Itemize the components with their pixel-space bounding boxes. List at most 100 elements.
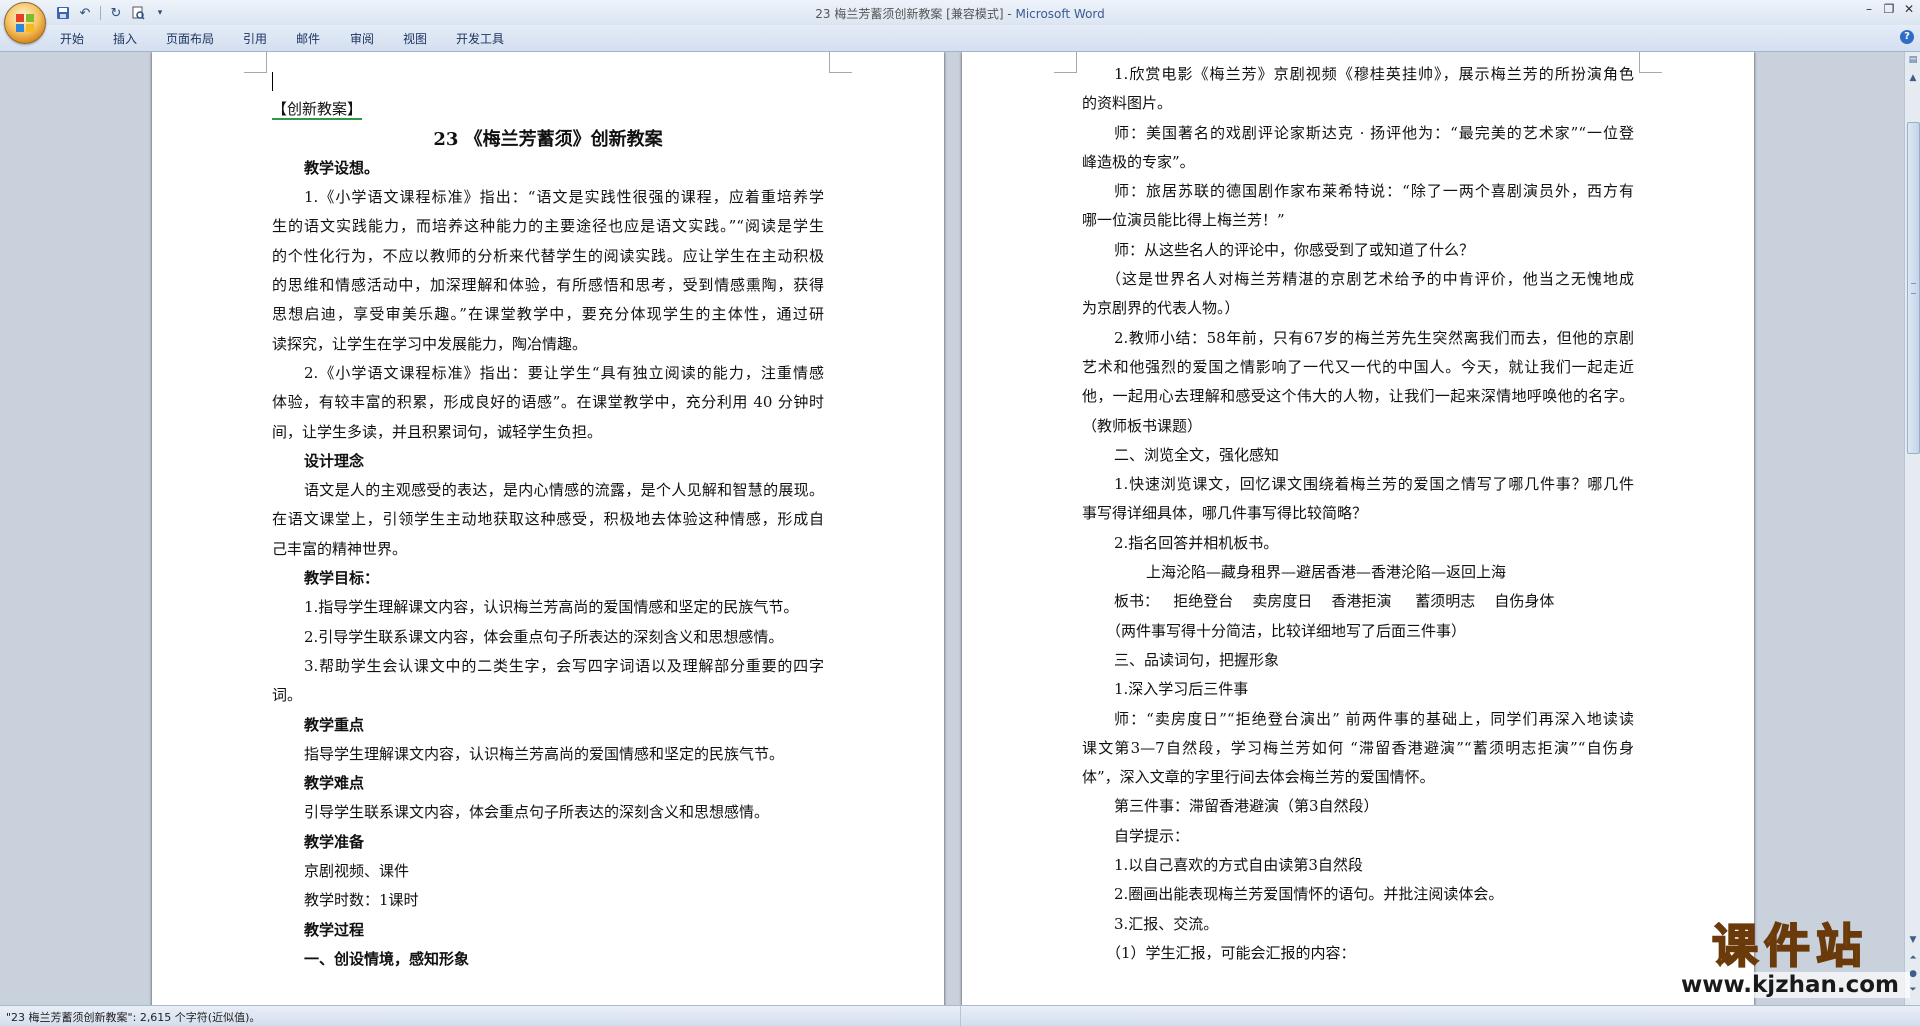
doc-line: 师：美国著名的戏剧评论家斯达克 · 扬评他为：“最完美的艺术家”“一位登	[1114, 123, 1634, 142]
doc-line: 【创新教案】	[272, 95, 824, 124]
doc-heading: 教学准备	[304, 832, 365, 851]
doc-line: 思想启迪，享受审美乐趣。”在课堂教学中，要充分体现学生的主体性，通过研	[272, 305, 824, 324]
office-logo-icon	[16, 14, 34, 32]
doc-line: 词。	[272, 686, 303, 705]
window-controls: – ❐ ✕	[1862, 2, 1916, 16]
doc-line: 课文第3—7自然段，学习梅兰芳如何 “滞留香港避演”“蓄须明志拒演”“自伤身	[1082, 738, 1634, 757]
doc-line: 引导学生联系课文内容，体会重点句子所表达的深刻含义和思想感情。	[304, 803, 770, 822]
ruler-toggle-icon[interactable]: ▤	[1905, 52, 1920, 68]
tab-view[interactable]: 视图	[403, 30, 427, 47]
doc-heading: 教学过程	[304, 920, 365, 939]
doc-line: 艺术和他强烈的爱国之情影响了一代又一代的中国人。今天，就让我们一起走近	[1082, 357, 1634, 376]
watermark-title: 课件站	[1711, 919, 1868, 973]
crop-mark	[829, 52, 852, 73]
help-icon[interactable]: ?	[1900, 30, 1914, 44]
doc-heading: 教学目标：	[304, 569, 380, 588]
section-tag: 【创新教案】	[272, 100, 363, 121]
doc-heading: 一、创设情境，感知形象	[304, 949, 470, 968]
doc-line: 指导学生理解课文内容，认识梅兰芳高尚的爱国情感和坚定的民族气节。	[304, 744, 785, 763]
doc-heading: 三、品读词句，把握形象	[1114, 650, 1280, 669]
doc-line: 哪一位演员能比得上梅兰芳！”	[1082, 211, 1285, 230]
doc-line: 2.圈画出能表现梅兰芳爱国情怀的语句。并批注阅读体会。	[1114, 885, 1504, 904]
vertical-scrollbar[interactable]: ▤ ▲ ▼ ⏶ ● ⏷	[1904, 52, 1920, 1005]
crop-mark	[1639, 52, 1662, 73]
doc-line: 师：旅居苏联的德国剧作家布莱希特说：“除了一两个喜剧演员外，西方有	[1114, 182, 1634, 201]
doc-line: 峰造极的专家”。	[1082, 152, 1195, 171]
doc-line: 的思维和情感活动中，加深理解和体验，有所感悟和思考，受到情感熏陶，获得	[272, 276, 824, 295]
tab-references[interactable]: 引用	[243, 30, 267, 47]
doc-line: 京剧视频、课件	[304, 862, 410, 881]
document-area[interactable]: 【创新教案】 23 《梅兰芳蓄须》创新教案 教学设想。 1.《小学语文课程标准》…	[0, 52, 1904, 1005]
doc-line: 生的语文实践能力，而培养这种能力的主要途径也应是语文实践。”“阅读是学生	[272, 217, 824, 236]
doc-line: （这是世界名人对梅兰芳精湛的京剧艺术给予的中肯评价，他当之无愧地成	[1106, 270, 1634, 289]
doc-line: 事写得详细具体，哪几件事写得比较简略？	[1082, 504, 1368, 523]
page-2-content: 1.欣赏电影《梅兰芳》京剧视频《穆桂英挂帅》，展示梅兰芳的所扮演角色 的资料图片…	[1082, 60, 1634, 968]
doc-line: 语文是人的主观感受的表达，是内心情感的流露，是个人见解和智慧的展现。	[304, 481, 824, 500]
tab-home[interactable]: 开始	[60, 30, 84, 47]
document-page-1[interactable]: 【创新教案】 23 《梅兰芳蓄须》创新教案 教学设想。 1.《小学语文课程标准》…	[152, 52, 944, 1005]
tab-review[interactable]: 审阅	[350, 30, 374, 47]
doc-line: （教师板书课题）	[1082, 416, 1203, 435]
doc-line: 读探究，让学生在学习中发展能力，陶冶情趣。	[272, 334, 588, 353]
doc-line: 1.以自己喜欢的方式自由读第3自然段	[1114, 856, 1363, 875]
doc-line: 的资料图片。	[1082, 94, 1173, 113]
doc-line: 己丰富的精神世界。	[272, 539, 408, 558]
document-page-2[interactable]: 1.欣赏电影《梅兰芳》京剧视频《穆桂英挂帅》，展示梅兰芳的所扮演角色 的资料图片…	[962, 52, 1754, 1005]
doc-line: 他，一起用心去理解和感受这个伟大的人物，让我们一起来深情地呼唤他的名字。	[1082, 387, 1634, 406]
document-title: 23 梅兰芳蓄须创新教案 [兼容模式]	[815, 7, 1004, 21]
doc-title: 23 《梅兰芳蓄须》创新教案	[433, 128, 663, 150]
text-cursor	[272, 71, 273, 91]
doc-line: 体”，深入文章的字里行间去体会梅兰芳的爱国情怀。	[1082, 768, 1435, 787]
title-bar: ↶ ↻ ▾ 23 梅兰芳蓄须创新教案 [兼容模式] - Microsoft Wo…	[0, 0, 1920, 44]
doc-line: 师：从这些名人的评论中，你感受到了或知道了什么？	[1114, 240, 1475, 259]
doc-line: 师：“卖房度日”“拒绝登台演出” 前两件事的基础上，同学们再深入地读读	[1114, 709, 1634, 728]
blackboard-line: 板书： 拒绝登台 卖房度日 香港拒演 蓄须明志 自伤身体	[1114, 592, 1555, 611]
doc-line: 3.帮助学生会认课文中的二类生字，会写四字词语以及理解部分重要的四字	[304, 656, 824, 675]
doc-heading: 教学设想。	[304, 158, 380, 177]
doc-line: 1.《小学语文课程标准》指出：“语文是实践性很强的课程，应着重培养学	[304, 188, 824, 207]
doc-line: （1）学生汇报，可能会汇报的内容：	[1106, 943, 1356, 962]
doc-line: 第三件事：滞留香港避演（第3自然段）	[1114, 797, 1379, 816]
minimize-icon[interactable]: –	[1862, 2, 1876, 16]
doc-line: （两件事写得十分简洁，比较详细地写了后面三件事）	[1106, 621, 1467, 640]
tab-developer[interactable]: 开发工具	[456, 30, 504, 47]
watermark-url: www.kjzhan.com	[1670, 972, 1910, 998]
ribbon-tabs: 开始 插入 页面布局 引用 邮件 审阅 视图 开发工具 ?	[0, 25, 1920, 52]
status-bar: "23 梅兰芳蓄须创新教案": 2,615 个字符(近似值)。	[0, 1005, 1920, 1026]
doc-heading: 二、浏览全文，强化感知	[1114, 445, 1280, 464]
crop-mark	[1054, 52, 1077, 73]
status-divider	[960, 1006, 961, 1026]
restore-icon[interactable]: ❐	[1882, 2, 1896, 16]
doc-line: 2.引导学生联系课文内容，体会重点句子所表达的深刻含义和思想感情。	[304, 627, 784, 646]
window-title: 23 梅兰芳蓄须创新教案 [兼容模式] - Microsoft Word	[815, 7, 1105, 21]
doc-line: 2.《小学语文课程标准》指出：要让学生“具有独立阅读的能力，注重情感	[304, 363, 824, 382]
doc-line: 1.快速浏览课文，回忆课文围绕着梅兰芳的爱国之情写了哪几件事？哪几件	[1114, 475, 1634, 494]
doc-line: 2.指名回答并相机板书。	[1114, 533, 1279, 552]
doc-line: 3.汇报、交流。	[1114, 914, 1219, 933]
doc-heading: 教学难点	[304, 774, 365, 793]
doc-line: 教学时数：1课时	[304, 891, 419, 910]
watermark-logo: 课件站 www.kjzhan.com	[1670, 919, 1910, 1010]
status-text: "23 梅兰芳蓄须创新教案": 2,615 个字符(近似值)。	[6, 1011, 261, 1024]
doc-line: 在语文课堂上，引领学生主动地获取这种感受，积极地去体验这种情感，形成自	[272, 510, 824, 529]
doc-line: 1.深入学习后三件事	[1114, 680, 1249, 699]
doc-line: 体验，有较丰富的积累，形成良好的语感”。在课堂教学中，充分利用 40 分钟时	[272, 393, 824, 412]
tab-page-layout[interactable]: 页面布局	[166, 30, 214, 47]
doc-line: 的个性化行为，不应以教师的分析来代替学生的阅读实践。应让学生在主动积极	[272, 246, 824, 265]
doc-line: 间，让学生多读，并且积累词句，诚轻学生负担。	[272, 422, 603, 441]
text-cursor-line	[272, 66, 824, 95]
page-1-content: 【创新教案】 23 《梅兰芳蓄须》创新教案 教学设想。 1.《小学语文课程标准》…	[272, 66, 824, 974]
doc-line: 1.欣赏电影《梅兰芳》京剧视频《穆桂英挂帅》，展示梅兰芳的所扮演角色	[1114, 65, 1634, 83]
office-button[interactable]	[4, 2, 46, 44]
close-icon[interactable]: ✕	[1902, 2, 1916, 16]
doc-heading: 教学重点	[304, 715, 365, 734]
tab-mailings[interactable]: 邮件	[296, 30, 320, 47]
scroll-thumb[interactable]	[1907, 122, 1920, 454]
tab-insert[interactable]: 插入	[113, 30, 137, 47]
doc-line: 为京剧界的代表人物。）	[1082, 299, 1240, 318]
scroll-up-icon[interactable]: ▲	[1905, 70, 1920, 86]
scroll-grip	[1911, 283, 1916, 294]
doc-line: 1.指导学生理解课文内容，认识梅兰芳高尚的爱国情感和坚定的民族气节。	[304, 598, 799, 617]
crop-mark	[244, 52, 267, 73]
app-name: Microsoft Word	[1015, 7, 1105, 21]
